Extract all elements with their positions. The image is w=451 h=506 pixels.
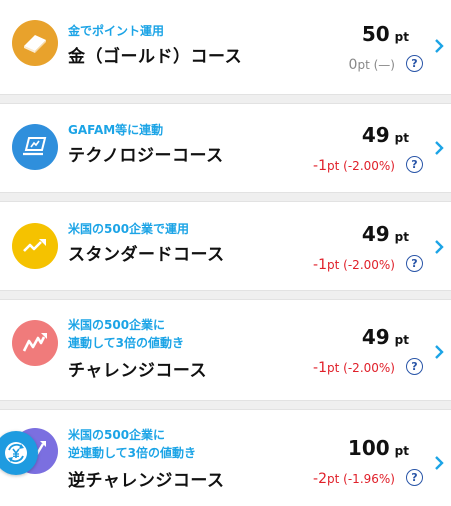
row-divider xyxy=(0,94,451,104)
course-subtitle-line-1: 米国の500企業に xyxy=(68,318,166,332)
change-percent: (-2.00%) xyxy=(343,361,395,375)
points-unit: pt xyxy=(394,444,409,458)
course-points: 50 pt xyxy=(362,22,409,46)
change-value: -1 xyxy=(313,257,328,273)
chevron-right-icon[interactable] xyxy=(433,38,445,54)
course-row-technology[interactable]: GAFAM等に連動 テクノロジーコース 49 pt -1pt (-2.00%) ? xyxy=(0,104,451,192)
course-row-gold[interactable]: 金でポイント運用 金（ゴールド）コース 50 pt 0pt (—) ? xyxy=(0,0,451,94)
chevron-right-icon[interactable] xyxy=(433,344,445,360)
change-percent: (-1.96%) xyxy=(343,472,395,486)
course-subtitle-line-1: 米国の500企業に xyxy=(68,428,166,442)
course-row-challenge[interactable]: 米国の500企業に 連動して3倍の値動き チャレンジコース 49 pt -1pt … xyxy=(0,300,451,400)
course-change: -1pt (-2.00%) xyxy=(313,158,395,174)
help-icon[interactable]: ? xyxy=(406,255,423,272)
course-subtitle: GAFAM等に連動 xyxy=(68,123,164,137)
course-title: チャレンジコース xyxy=(68,361,207,381)
trend-up-icon xyxy=(12,223,58,269)
points-value: 100 xyxy=(347,436,390,460)
yen-exchange-icon xyxy=(5,442,27,464)
help-icon[interactable]: ? xyxy=(406,358,423,375)
course-row-standard[interactable]: 米国の500企業で運用 スタンダードコース 49 pt -1pt (-2.00%)… xyxy=(0,202,451,290)
chevron-right-icon[interactable] xyxy=(433,239,445,255)
course-title: 金（ゴールド）コース xyxy=(68,47,243,67)
gold-bar-icon xyxy=(12,20,58,66)
laptop-icon xyxy=(12,124,58,170)
zigzag-up-icon xyxy=(12,320,58,366)
course-row-reverse-challenge[interactable]: 米国の500企業に 逆連動して3倍の値動き 逆チャレンジコース 100 pt -2… xyxy=(0,410,451,506)
row-divider xyxy=(0,290,451,300)
change-unit: pt xyxy=(357,58,370,72)
points-value: 49 xyxy=(361,123,390,147)
change-unit: pt xyxy=(327,472,340,486)
course-subtitle-line-2: 逆連動して3倍の値動き xyxy=(68,446,196,460)
points-unit: pt xyxy=(394,131,409,145)
change-value: -2 xyxy=(313,471,328,487)
course-change: -2pt (-1.96%) xyxy=(313,471,395,487)
course-list: 金でポイント運用 金（ゴールド）コース 50 pt 0pt (—) ? GAFAM… xyxy=(0,0,451,506)
row-divider xyxy=(0,192,451,202)
change-unit: pt xyxy=(327,159,340,173)
course-points: 49 pt xyxy=(362,325,409,349)
course-change: -1pt (-2.00%) xyxy=(313,257,395,273)
points-unit: pt xyxy=(394,333,409,347)
chevron-right-icon[interactable] xyxy=(433,455,445,471)
course-points: 100 pt xyxy=(348,436,409,460)
course-subtitle: 米国の500企業で運用 xyxy=(68,222,190,236)
course-subtitle: 金でポイント運用 xyxy=(68,24,165,38)
course-change: -1pt (-2.00%) xyxy=(313,360,395,376)
change-unit: pt xyxy=(327,258,340,272)
points-value: 49 xyxy=(361,325,390,349)
course-change: 0pt (—) xyxy=(349,57,395,73)
course-title: テクノロジーコース xyxy=(68,146,224,166)
points-unit: pt xyxy=(394,30,409,44)
course-points: 49 pt xyxy=(362,222,409,246)
course-title: スタンダードコース xyxy=(68,245,225,265)
row-divider xyxy=(0,400,451,410)
change-unit: pt xyxy=(327,361,340,375)
course-points: 49 pt xyxy=(362,123,409,147)
help-icon[interactable]: ? xyxy=(406,469,423,486)
help-icon[interactable]: ? xyxy=(406,55,423,72)
points-unit: pt xyxy=(394,230,409,244)
change-percent: (—) xyxy=(373,58,395,72)
course-title: 逆チャレンジコース xyxy=(68,471,225,491)
change-percent: (-2.00%) xyxy=(343,258,395,272)
help-icon[interactable]: ? xyxy=(406,156,423,173)
course-subtitle-line-2: 連動して3倍の値動き xyxy=(68,336,184,350)
chevron-right-icon[interactable] xyxy=(433,140,445,156)
points-value: 50 xyxy=(361,22,390,46)
change-value: -1 xyxy=(313,158,328,174)
points-value: 49 xyxy=(361,222,390,246)
change-percent: (-2.00%) xyxy=(343,159,395,173)
change-value: -1 xyxy=(313,360,328,376)
